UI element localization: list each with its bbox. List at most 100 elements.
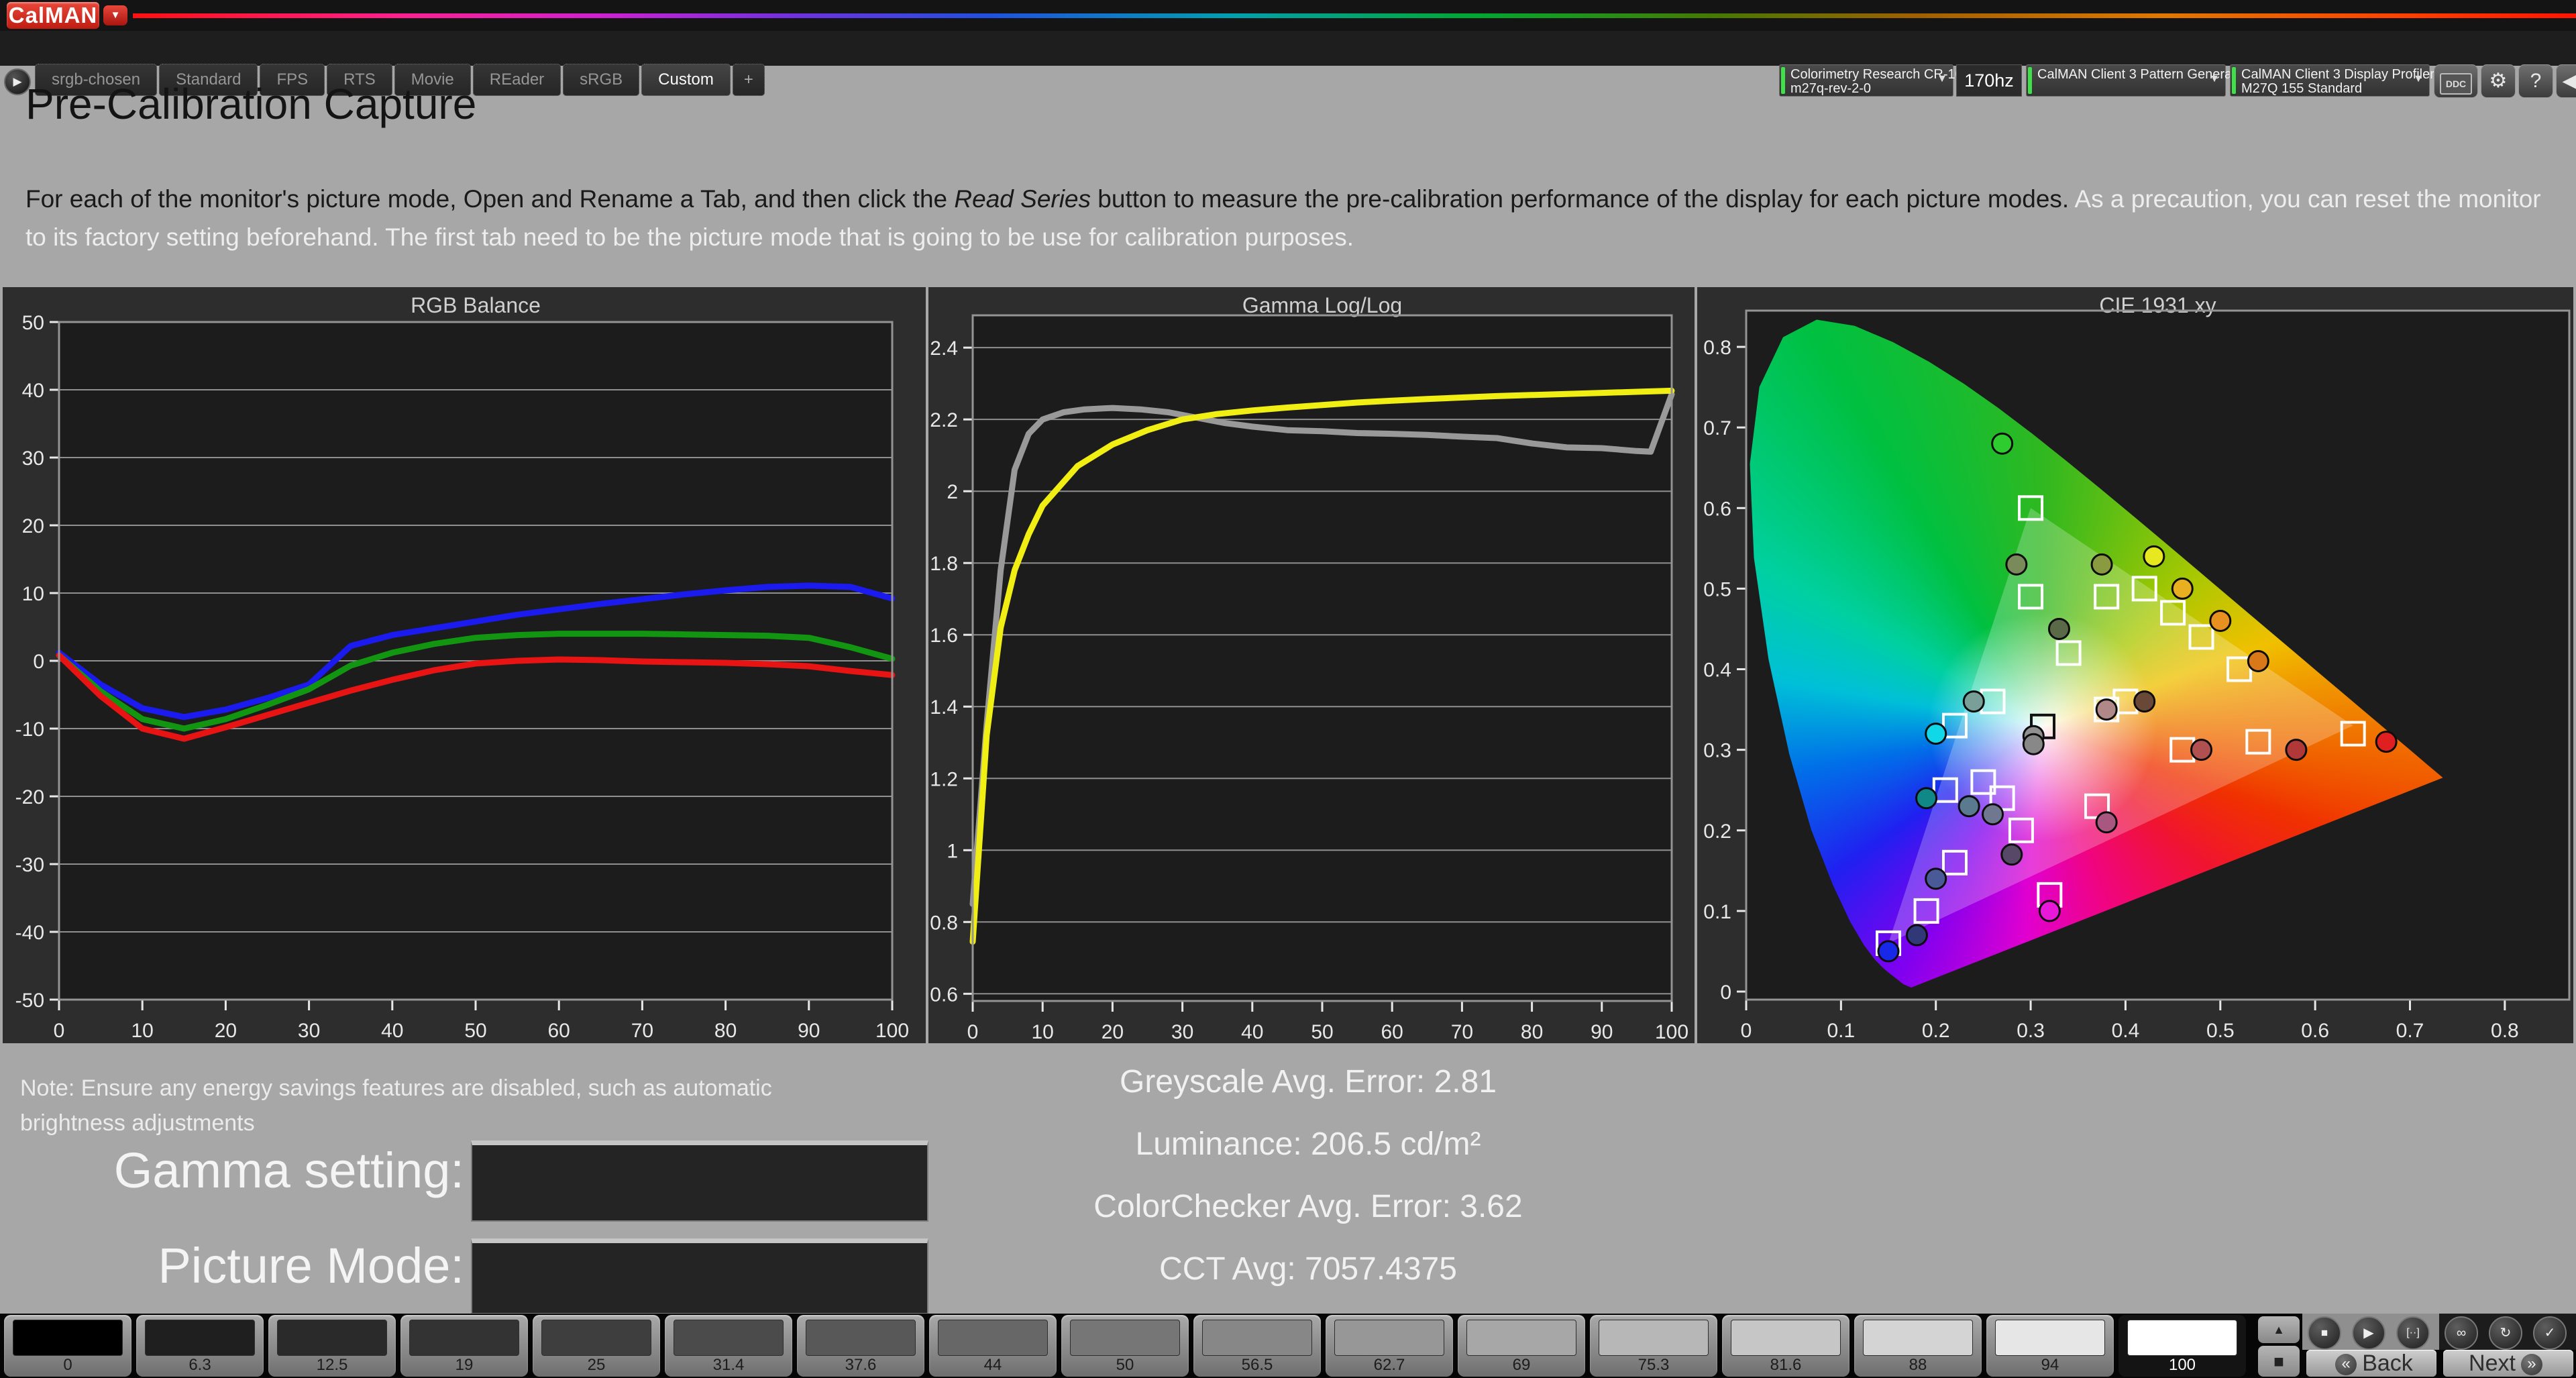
target-square (2057, 641, 2080, 664)
pattern-generator-dropdown[interactable]: CalMAN Client 3 Pattern Generator ▼ (2026, 64, 2226, 97)
refresh-rate-badge: 170hz (1956, 64, 2022, 97)
svg-text:0: 0 (1741, 1020, 1752, 1042)
swatch-37.6[interactable]: 37.6 (797, 1315, 924, 1377)
next-label: Next (2469, 1350, 2516, 1376)
swatch-25[interactable]: 25 (533, 1315, 660, 1377)
swatch-31.4[interactable]: 31.4 (665, 1315, 792, 1377)
measured-point (1926, 724, 1946, 744)
swatch-chip (277, 1320, 387, 1356)
svg-text:40: 40 (381, 1020, 403, 1042)
target-square (2247, 731, 2269, 753)
swatch-chip (145, 1320, 255, 1356)
svg-text:0: 0 (54, 1020, 65, 1042)
measured-point (2192, 740, 2212, 760)
swatch-12.5[interactable]: 12.5 (268, 1315, 396, 1377)
gear-icon: ⚙ (2489, 70, 2508, 92)
loop-icon: ↻ (2500, 1326, 2512, 1340)
read-series-button[interactable]: [··] (2396, 1316, 2430, 1350)
stop-button[interactable]: ■ (2308, 1316, 2341, 1350)
swatch-chip (13, 1320, 123, 1356)
settings-button[interactable]: ⚙ (2481, 64, 2516, 98)
back-label: Back (2362, 1350, 2413, 1376)
target-square (2010, 819, 2033, 842)
swatch-6.3[interactable]: 6.3 (136, 1315, 264, 1377)
infinity-icon: ∞ (2457, 1326, 2466, 1340)
svg-text:50: 50 (1311, 1021, 1333, 1043)
svg-text:70: 70 (1451, 1021, 1473, 1043)
calman-window: CalMAN ▼ ▶ srgb-chosenStandardFPSRTSMovi… (0, 0, 2576, 1378)
play-button[interactable]: ▶ (2352, 1316, 2385, 1350)
accept-button[interactable]: ✓ (2533, 1316, 2567, 1350)
swatch-56.5[interactable]: 56.5 (1193, 1315, 1321, 1377)
profiler-status-bar (2232, 67, 2236, 94)
calman-logo[interactable]: CalMAN (7, 2, 99, 29)
measurement-results: Greyscale Avg. Error: 2.81 Luminance: 20… (912, 1051, 1704, 1300)
continuous-button[interactable]: ∞ (2445, 1316, 2478, 1350)
swatch-88[interactable]: 88 (1854, 1315, 1982, 1377)
svg-text:20: 20 (1102, 1021, 1124, 1043)
colorchecker-error: ColorChecker Avg. Error: 3.62 (912, 1175, 1704, 1238)
add-tab-button[interactable]: + (733, 64, 765, 96)
svg-text:90: 90 (798, 1020, 820, 1042)
stop-icon: ■ (2321, 1326, 2328, 1339)
swatch-label: 88 (1854, 1356, 1982, 1375)
svg-text:-50: -50 (15, 990, 44, 1012)
target-square (2133, 577, 2156, 600)
loop-button[interactable]: ↻ (2489, 1316, 2522, 1350)
collapse-button[interactable]: ◀ (2556, 64, 2576, 98)
pattern-level-strip: 06.312.5192531.437.6445056.562.76975.3 81… (0, 1314, 2576, 1378)
measured-point (1983, 804, 2003, 825)
swatch-44[interactable]: 44 (929, 1315, 1057, 1377)
tab-reader[interactable]: REader (473, 64, 561, 96)
svg-text:0.5: 0.5 (1703, 578, 1731, 600)
swatch-100[interactable]: 100 (2118, 1315, 2246, 1377)
measured-point (1878, 941, 1898, 961)
cct-average: CCT Avg: 7057.4375 (912, 1238, 1704, 1300)
gamma-setting-input[interactable] (471, 1141, 928, 1222)
back-button[interactable]: «Back (2306, 1350, 2436, 1377)
next-button[interactable]: Next» (2443, 1350, 2573, 1377)
picture-mode-input[interactable] (471, 1238, 928, 1314)
swatch-19[interactable]: 19 (400, 1315, 528, 1377)
svg-text:0.5: 0.5 (2206, 1020, 2235, 1042)
pattern-status-bar (2028, 67, 2032, 94)
swatch-label: 81.6 (1722, 1356, 1849, 1375)
pattern-window-button[interactable]: ■ (2258, 1346, 2300, 1377)
svg-text:100: 100 (875, 1020, 909, 1042)
display-profiler-dropdown[interactable]: CalMAN Client 3 Display Profiler M27Q 15… (2230, 64, 2430, 97)
check-icon: ✓ (2544, 1326, 2556, 1340)
rgb-balance-chart: RGB Balance-50-40-30-20-1001020304050010… (3, 287, 926, 1043)
swatch-chip (1599, 1320, 1709, 1356)
loop-panel: ∞ ↻ ✓ (2439, 1314, 2576, 1350)
swatch-81.6[interactable]: 81.6 (1722, 1315, 1849, 1377)
svg-text:1.6: 1.6 (930, 625, 958, 647)
svg-text:0.8: 0.8 (930, 912, 958, 934)
swatch-50[interactable]: 50 (1061, 1315, 1189, 1377)
level-up-button[interactable]: ▲ (2258, 1316, 2300, 1343)
svg-text:0: 0 (33, 651, 44, 673)
svg-text:0: 0 (967, 1021, 979, 1043)
target-square (2019, 585, 2042, 608)
logo-menu-icon[interactable]: ▼ (103, 5, 127, 25)
instructions-dark2: button to measure the pre-calibration pe… (1091, 185, 2069, 213)
measured-point (2144, 546, 2164, 566)
tab-custom[interactable]: Custom (641, 64, 731, 96)
swatch-chip (1466, 1320, 1576, 1356)
swatch-62.7[interactable]: 62.7 (1326, 1315, 1453, 1377)
help-button[interactable]: ? (2518, 64, 2553, 98)
ddc-monitor-icon: DDC (2440, 73, 2472, 95)
swatch-69[interactable]: 69 (1458, 1315, 1585, 1377)
swatch-0[interactable]: 0 (4, 1315, 131, 1377)
tab-srgb[interactable]: sRGB (563, 64, 639, 96)
meter-dropdown[interactable]: Colorimetry Research CR-100 m27q-rev-2-0… (1779, 64, 1953, 97)
swatch-75.3[interactable]: 75.3 (1590, 1315, 1717, 1377)
ddc-button[interactable]: DDC (2434, 64, 2478, 98)
svg-text:0.7: 0.7 (2396, 1020, 2424, 1042)
swatch-chip (1995, 1320, 2105, 1356)
read-series-ref: Read Series (954, 185, 1091, 213)
swatch-chip (2127, 1320, 2237, 1356)
target-square (2342, 723, 2365, 745)
display-profiler-sub: M27Q 155 Standard (2241, 81, 2362, 97)
measured-point (2092, 554, 2112, 574)
swatch-94[interactable]: 94 (1986, 1315, 2114, 1377)
